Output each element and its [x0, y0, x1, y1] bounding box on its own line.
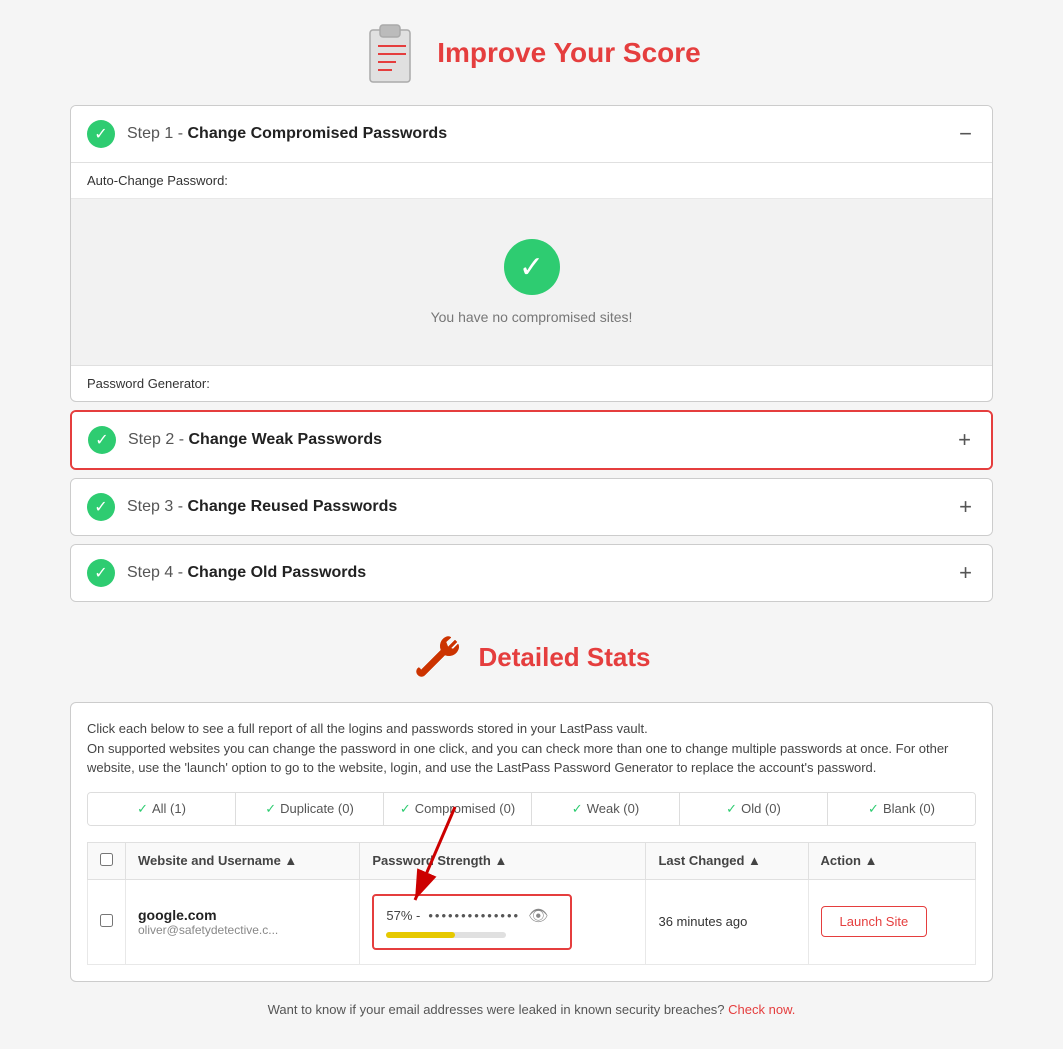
eye-icon[interactable]: 👁	[528, 906, 548, 926]
table-header-last-changed[interactable]: Last Changed ▲	[646, 842, 808, 879]
password-strength-highlight: 57% - •••••••••••••• 👁	[372, 894, 572, 950]
filter-tab-weak[interactable]: ✓ Weak (0)	[532, 793, 680, 825]
step1-label: Step 1 - Change Compromised Passwords	[127, 125, 955, 143]
last-changed-value: 36 minutes ago	[658, 914, 747, 929]
step2-toggle-button[interactable]: +	[954, 427, 975, 453]
tools-icon	[413, 632, 463, 682]
row-last-changed-cell: 36 minutes ago	[646, 879, 808, 964]
row-checkbox-cell	[88, 879, 126, 964]
password-row: 57% - •••••••••••••• 👁	[386, 906, 558, 926]
launch-site-button[interactable]: Launch Site	[821, 906, 928, 937]
step3-header[interactable]: ✓ Step 3 - Change Reused Passwords +	[71, 479, 992, 535]
filter-tabs: ✓ All (1) ✓ Duplicate (0) ✓ Compromised …	[87, 792, 976, 826]
step1-check-icon: ✓	[87, 120, 115, 148]
filter-tab-all[interactable]: ✓ All (1)	[88, 793, 236, 825]
no-compromised-text: You have no compromised sites!	[431, 309, 633, 325]
step2-container: ✓ Step 2 - Change Weak Passwords +	[70, 410, 993, 470]
password-generator-label: Password Generator:	[71, 366, 992, 401]
table-header-checkbox	[88, 842, 126, 879]
detailed-stats-title: Detailed Stats	[479, 642, 651, 673]
step3-label: Step 3 - Change Reused Passwords	[127, 498, 955, 516]
row-action-cell: Launch Site	[808, 879, 975, 964]
password-dots: ••••••••••••••	[428, 908, 520, 923]
step4-toggle-button[interactable]: +	[955, 560, 976, 586]
strength-bar-container	[386, 932, 506, 938]
no-compromised-area: ✓ You have no compromised sites!	[71, 199, 992, 366]
no-compromised-check-icon: ✓	[504, 239, 560, 295]
select-all-checkbox[interactable]	[100, 853, 113, 866]
website-username: oliver@safetydetective.c...	[138, 923, 347, 937]
row-website-cell: google.com oliver@safetydetective.c...	[126, 879, 360, 964]
table-header-action[interactable]: Action ▲	[808, 842, 975, 879]
step4-label: Step 4 - Change Old Passwords	[127, 564, 955, 582]
step2-header[interactable]: ✓ Step 2 - Change Weak Passwords +	[72, 412, 991, 468]
table-header-password-strength[interactable]: Password Strength ▲	[360, 842, 646, 879]
data-table: Website and Username ▲ Password Strength…	[87, 842, 976, 965]
step2-check-icon: ✓	[88, 426, 116, 454]
step4-check-icon: ✓	[87, 559, 115, 587]
table-header-website[interactable]: Website and Username ▲	[126, 842, 360, 879]
step4-container: ✓ Step 4 - Change Old Passwords +	[70, 544, 993, 602]
row-password-strength-cell: 57% - •••••••••••••• 👁	[360, 879, 646, 964]
auto-change-label: Auto-Change Password:	[71, 163, 992, 199]
clipboard-icon	[362, 20, 417, 85]
stats-container: Click each below to see a full report of…	[70, 702, 993, 982]
step1-content: Auto-Change Password: ✓ You have no comp…	[71, 162, 992, 401]
table-row: google.com oliver@safetydetective.c... 5…	[88, 879, 976, 964]
page-title: Improve Your Score	[437, 37, 701, 69]
step1-container: ✓ Step 1 - Change Compromised Passwords …	[70, 105, 993, 402]
step2-label: Step 2 - Change Weak Passwords	[128, 431, 954, 449]
strength-bar	[386, 932, 454, 938]
row-checkbox[interactable]	[100, 914, 113, 927]
step3-check-icon: ✓	[87, 493, 115, 521]
page-header: Improve Your Score	[70, 20, 993, 85]
step4-header[interactable]: ✓ Step 4 - Change Old Passwords +	[71, 545, 992, 601]
check-now-link[interactable]: Check now.	[728, 1002, 795, 1017]
step3-toggle-button[interactable]: +	[955, 494, 976, 520]
bottom-note: Want to know if your email addresses wer…	[70, 1002, 993, 1017]
website-name: google.com	[138, 907, 347, 923]
step3-container: ✓ Step 3 - Change Reused Passwords +	[70, 478, 993, 536]
filter-tab-blank[interactable]: ✓ Blank (0)	[828, 793, 975, 825]
step1-toggle-button[interactable]: −	[955, 121, 976, 147]
step1-header[interactable]: ✓ Step 1 - Change Compromised Passwords …	[71, 106, 992, 162]
stats-description: Click each below to see a full report of…	[87, 719, 976, 778]
table-header-row: Website and Username ▲ Password Strength…	[88, 842, 976, 879]
strength-percentage: 57% -	[386, 908, 420, 923]
detailed-stats-header: Detailed Stats	[70, 632, 993, 682]
filter-tab-old[interactable]: ✓ Old (0)	[680, 793, 828, 825]
filter-tab-compromised[interactable]: ✓ Compromised (0)	[384, 793, 532, 825]
filter-tab-duplicate[interactable]: ✓ Duplicate (0)	[236, 793, 384, 825]
